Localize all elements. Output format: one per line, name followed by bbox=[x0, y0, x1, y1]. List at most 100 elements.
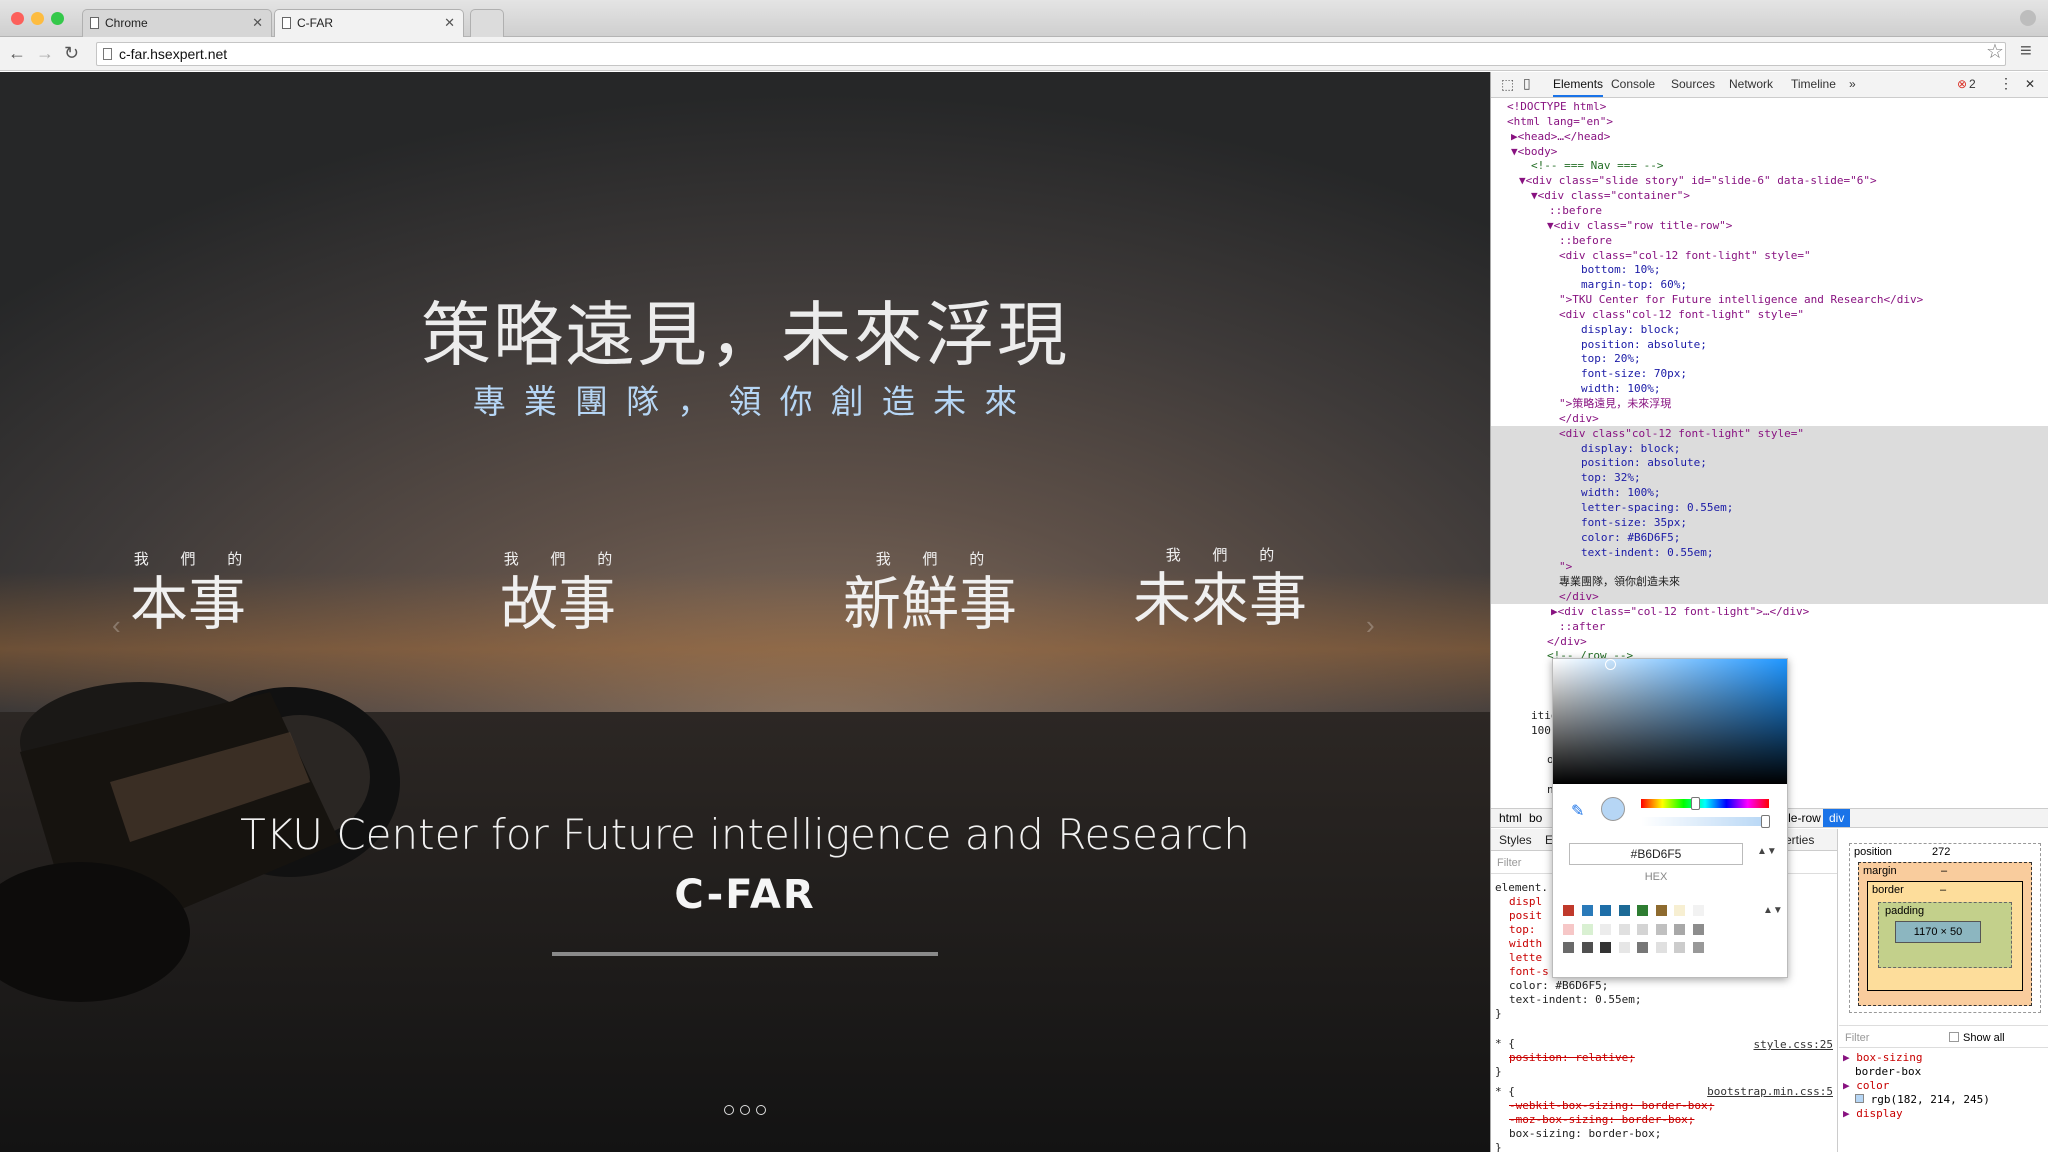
hue-slider[interactable] bbox=[1641, 797, 1769, 810]
color-swatch[interactable] bbox=[1674, 942, 1685, 953]
tab-close-icon[interactable]: ✕ bbox=[252, 10, 263, 36]
style-declaration[interactable]: element. bbox=[1495, 881, 1548, 895]
dom-node-line[interactable]: ::before bbox=[1491, 233, 2048, 248]
dom-node-line[interactable]: ">策略遠見，未來浮現 bbox=[1491, 396, 2048, 411]
computed-filter-input[interactable]: Filter bbox=[1845, 1032, 1869, 1044]
color-swatch[interactable] bbox=[1637, 905, 1648, 916]
slide-dot[interactable] bbox=[756, 1105, 766, 1115]
color-swatch[interactable] bbox=[1563, 905, 1574, 916]
category-link-skills[interactable]: 我 們 的 本事 bbox=[108, 548, 268, 639]
color-swatch[interactable] bbox=[1581, 905, 1593, 916]
carousel-prev-icon[interactable]: ‹ bbox=[112, 610, 121, 641]
dom-node-line[interactable]: <!-- === Nav === --> bbox=[1491, 158, 2048, 173]
format-toggle-icon[interactable]: ▲▼ bbox=[1757, 846, 1777, 857]
device-mode-icon[interactable]: ▯ bbox=[1523, 75, 1531, 92]
dom-node-line[interactable]: <html lang="en"> bbox=[1491, 114, 2048, 129]
dom-node-line[interactable]: bottom: 10%; bbox=[1491, 262, 2048, 277]
color-swatch[interactable] bbox=[1563, 942, 1574, 953]
dom-node-line[interactable]: ▼<div class="container"> bbox=[1491, 188, 2048, 203]
category-link-stories[interactable]: 我 們 的 故事 bbox=[478, 548, 638, 639]
computed-prop[interactable]: ▶ box-sizing bbox=[1843, 1051, 1990, 1065]
dom-node-line[interactable]: </div> bbox=[1491, 634, 2048, 649]
dom-node-line[interactable]: color: #B6D6F5; bbox=[1491, 529, 2048, 545]
tab-network[interactable]: Network bbox=[1729, 77, 1773, 91]
dom-node-line[interactable]: ▼<div class="row title-row"> bbox=[1491, 218, 2048, 233]
style-declaration[interactable]: posit bbox=[1509, 909, 1542, 923]
style-declaration[interactable]: -moz-box-sizing: border-box; bbox=[1509, 1113, 1694, 1127]
tab-chrome[interactable]: Chrome ✕ bbox=[82, 9, 272, 37]
style-declaration[interactable]: -webkit-box-sizing: border-box; bbox=[1509, 1099, 1714, 1113]
tab-sources[interactable]: Sources bbox=[1671, 77, 1715, 91]
dom-node-line[interactable]: <!DOCTYPE html> bbox=[1491, 99, 2048, 114]
dom-node-line[interactable]: text-indent: 0.55em; bbox=[1491, 544, 2048, 560]
address-bar[interactable]: c-far.hsexpert.net bbox=[96, 42, 2006, 66]
dom-node-line[interactable]: top: 20%; bbox=[1491, 351, 2048, 366]
color-swatch[interactable] bbox=[1600, 942, 1611, 953]
dom-node-line[interactable]: </div> bbox=[1491, 411, 2048, 426]
tab-console[interactable]: Console bbox=[1611, 77, 1655, 91]
alpha-slider[interactable] bbox=[1641, 815, 1770, 828]
color-swatch[interactable] bbox=[1563, 923, 1574, 935]
menu-icon[interactable]: ≡ bbox=[2020, 39, 2032, 63]
styles-filter-input[interactable]: Filter bbox=[1497, 857, 1521, 869]
color-swatch[interactable] bbox=[1637, 923, 1648, 935]
style-declaration[interactable]: } bbox=[1495, 1141, 1502, 1152]
color-swatch[interactable] bbox=[1600, 905, 1611, 916]
style-source-link[interactable]: style.css:25 bbox=[1754, 1038, 1833, 1051]
style-declaration[interactable]: color: #B6D6F5; bbox=[1509, 979, 1608, 993]
dom-node-line[interactable]: ">TKU Center for Future intelligence and… bbox=[1491, 292, 2048, 307]
style-source-link[interactable]: bootstrap.min.css:5 bbox=[1707, 1085, 1833, 1098]
hex-input[interactable]: #B6D6F5 bbox=[1569, 843, 1743, 865]
breadcrumb-html[interactable]: html bbox=[1499, 809, 1522, 827]
dom-node-line[interactable]: top: 32%; bbox=[1491, 470, 2048, 486]
close-window-button[interactable] bbox=[11, 12, 24, 25]
dom-node-line[interactable]: 專業團隊，領你創造未來 bbox=[1491, 574, 2048, 590]
show-all-checkbox[interactable] bbox=[1949, 1032, 1959, 1042]
color-swatch[interactable] bbox=[1692, 923, 1704, 935]
color-swatch[interactable] bbox=[1674, 905, 1685, 916]
reload-icon[interactable]: ↻ bbox=[64, 41, 79, 65]
color-swatch[interactable] bbox=[1600, 923, 1611, 935]
dom-node-line[interactable]: ▶<head>…</head> bbox=[1491, 129, 2048, 144]
dom-node-line[interactable]: width: 100%; bbox=[1491, 381, 2048, 396]
bookmark-star-icon[interactable]: ☆ bbox=[1986, 40, 2004, 64]
dom-node-line[interactable]: width: 100%; bbox=[1491, 485, 2048, 501]
back-icon[interactable]: ← bbox=[8, 41, 26, 65]
dom-node-line[interactable]: ::before bbox=[1491, 203, 2048, 218]
tab-elements[interactable]: Elements bbox=[1553, 77, 1604, 97]
error-icon[interactable]: ⊗ bbox=[1957, 77, 1967, 91]
style-declaration[interactable]: lette bbox=[1509, 951, 1542, 965]
forward-icon[interactable]: → bbox=[36, 41, 54, 65]
dom-node-line[interactable]: ▼<body> bbox=[1491, 144, 2048, 159]
style-declaration[interactable]: * { bbox=[1495, 1037, 1515, 1051]
slide-dot[interactable] bbox=[724, 1105, 734, 1115]
dom-node-line[interactable]: margin-top: 60%; bbox=[1491, 277, 2048, 292]
color-swatch[interactable] bbox=[1618, 942, 1630, 953]
dom-node-line[interactable]: <div class"col-12 font-light" style=" bbox=[1491, 425, 2048, 441]
category-link-future[interactable]: 我 們 的 未來事 bbox=[1120, 544, 1320, 635]
dom-node-line[interactable]: <div class"col-12 font-light" style=" bbox=[1491, 307, 2048, 322]
dom-node-line[interactable]: display: block; bbox=[1491, 440, 2048, 456]
dom-node-line[interactable]: "> bbox=[1491, 559, 2048, 575]
computed-prop[interactable]: ▶ color bbox=[1843, 1079, 1990, 1093]
color-swatch[interactable] bbox=[1581, 923, 1593, 935]
color-swatch[interactable] bbox=[1618, 923, 1630, 935]
tab-timeline[interactable]: Timeline bbox=[1791, 77, 1836, 91]
color-swatch[interactable] bbox=[1855, 1094, 1864, 1103]
dom-node-line[interactable]: ▼<div class="slide story" id="slide-6" d… bbox=[1491, 173, 2048, 188]
devtools-close-icon[interactable]: ✕ bbox=[2025, 77, 2035, 91]
zoom-window-button[interactable] bbox=[51, 12, 64, 25]
dom-node-line[interactable]: ▶<div class="col-12 font-light">…</div> bbox=[1491, 604, 2048, 619]
color-swatch[interactable] bbox=[1692, 942, 1704, 953]
minimize-window-button[interactable] bbox=[31, 12, 44, 25]
color-swatch[interactable] bbox=[1655, 905, 1667, 916]
color-swatch[interactable] bbox=[1674, 923, 1685, 935]
inspect-element-icon[interactable]: ⬚ bbox=[1501, 76, 1514, 93]
saturation-handle[interactable] bbox=[1605, 659, 1616, 670]
dom-node-line[interactable]: position: absolute; bbox=[1491, 455, 2048, 471]
profile-icon[interactable] bbox=[2020, 10, 2036, 26]
eyedropper-icon[interactable]: ✎ bbox=[1571, 801, 1584, 821]
breadcrumb-div[interactable]: div bbox=[1823, 809, 1851, 827]
devtools-menu-icon[interactable]: ⋮ bbox=[1999, 75, 2013, 92]
color-swatch[interactable] bbox=[1692, 905, 1704, 916]
